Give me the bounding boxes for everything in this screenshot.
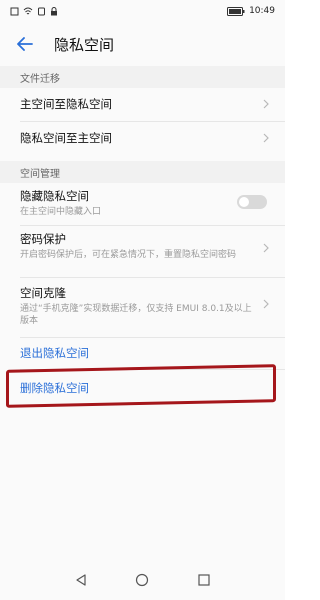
row-hide-private: 隐藏隐私空间 在主空间中隐藏入口: [0, 186, 285, 222]
row-password-protect[interactable]: 密码保护 开启密码保护后，可在紧急情况下，重置隐私空间密码: [0, 229, 285, 271]
section-header-space-management: 空间管理: [0, 161, 285, 183]
battery-icon: [227, 6, 245, 16]
status-left: [10, 6, 58, 16]
row-hide-private-title: 隐藏隐私空间: [20, 189, 89, 203]
row-space-clone[interactable]: 空间克隆 通过“手机克隆”实现数据迁移，仅支持 EMUI 8.0.1及以上版本: [0, 283, 285, 333]
status-right: 10:49: [227, 6, 275, 16]
toggle-knob: [239, 197, 249, 207]
nav-back-button[interactable]: [70, 569, 92, 591]
row-password-protect-subtitle: 开启密码保护后，可在紧急情况下，重置隐私空间密码: [20, 250, 237, 260]
divider: [20, 277, 285, 278]
notification-icon: [38, 7, 45, 15]
row-private-to-main[interactable]: 隐私空间至主空间: [0, 122, 285, 154]
app-bar: 隐私空间: [0, 26, 285, 62]
highlight-box: [6, 364, 276, 408]
page-title: 隐私空间: [54, 35, 115, 54]
hide-private-toggle[interactable]: [237, 195, 267, 209]
lock-icon: [51, 6, 57, 15]
square-recent-icon: [198, 574, 210, 586]
row-space-clone-subtitle: 通过“手机克隆”实现数据迁移，仅支持 EMUI 8.0.1及以上版本: [20, 304, 252, 326]
triangle-back-icon: [76, 574, 86, 586]
divider: [20, 225, 285, 226]
back-button[interactable]: [10, 29, 40, 59]
sim-icon: [10, 7, 19, 15]
row-private-to-main-label: 隐私空间至主空间: [20, 131, 112, 145]
section-header-file-migration: 文件迁移: [0, 66, 285, 88]
chevron-right-icon: [263, 299, 269, 309]
row-main-to-private[interactable]: 主空间至隐私空间: [0, 88, 285, 120]
nav-home-button[interactable]: [131, 569, 153, 591]
system-nav-bar: [0, 560, 285, 600]
status-time: 10:49: [249, 6, 275, 16]
arrow-left-icon: [17, 37, 33, 51]
wifi-icon: [23, 7, 33, 14]
circle-home-icon: [136, 573, 149, 587]
screen: 10:49 隐私空间 文件迁移 主空间至隐私空间 隐私空间至主空间 空间管理 隐…: [0, 0, 285, 600]
status-bar: 10:49: [0, 0, 285, 22]
row-hide-private-subtitle: 在主空间中隐藏入口: [20, 207, 102, 217]
row-space-clone-title: 空间克隆: [20, 286, 66, 300]
chevron-right-icon: [263, 243, 269, 253]
row-main-to-private-label: 主空间至隐私空间: [20, 97, 112, 111]
nav-recent-button[interactable]: [193, 569, 215, 591]
exit-private-space-link[interactable]: 退出隐私空间: [20, 345, 89, 361]
chevron-right-icon: [263, 99, 269, 109]
divider: [20, 337, 285, 338]
chevron-right-icon: [263, 133, 269, 143]
row-password-protect-title: 密码保护: [20, 232, 66, 246]
